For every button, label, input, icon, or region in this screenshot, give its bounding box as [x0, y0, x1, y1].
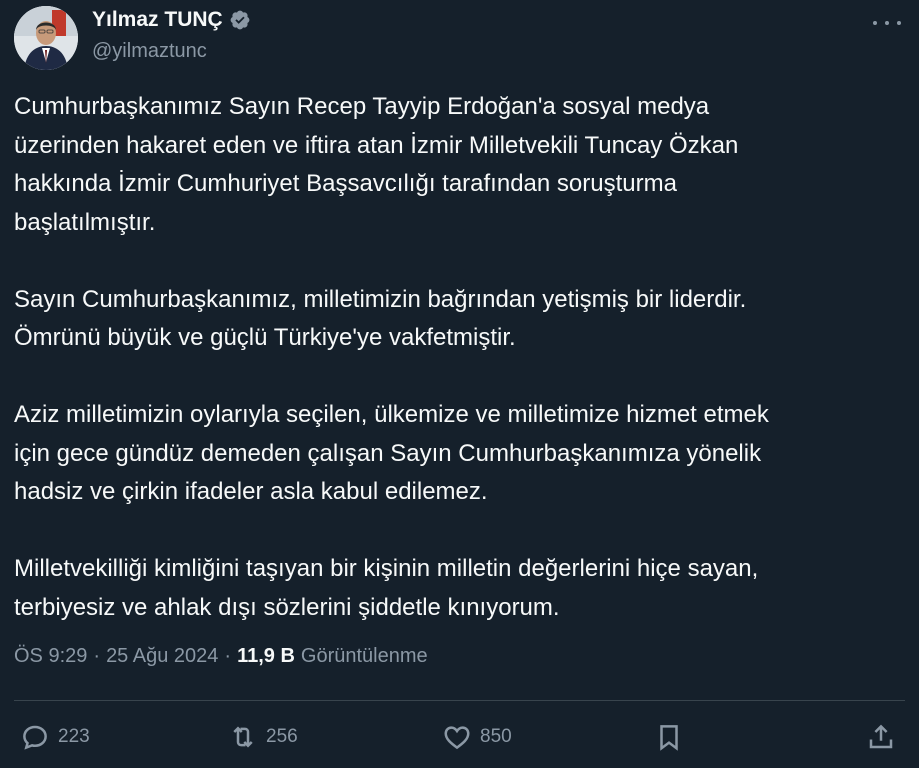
author-handle[interactable]: @yilmaztunc	[92, 40, 207, 63]
tweet-paragraph: Cumhurbaşkanımız Sayın Recep Tayyip Erdo…	[14, 93, 739, 236]
tweet-text: Cumhurbaşkanımız Sayın Recep Tayyip Erdo…	[14, 88, 894, 666]
reply-count: 223	[58, 726, 90, 747]
avatar[interactable]	[14, 6, 78, 70]
author-name-row: Yılmaz TUNÇ	[92, 6, 251, 34]
meta-separator: ·	[224, 645, 232, 667]
tweet-container: Yılmaz TUNÇ @yilmaztunc Cumhurbaşkanımız…	[0, 0, 919, 768]
like-count: 850	[480, 726, 512, 747]
more-icon[interactable]	[873, 14, 901, 32]
retweet-button[interactable]: 256	[228, 714, 298, 760]
tweet-date[interactable]: 25 Ağu 2024	[106, 645, 218, 668]
views-count[interactable]: 11,9 B	[237, 645, 295, 668]
tweet-time[interactable]: ÖS 9:29	[14, 645, 87, 668]
divider	[14, 700, 905, 701]
retweet-icon	[233, 726, 253, 748]
bookmark-icon	[660, 725, 678, 751]
tweet-paragraph: Aziz milletimizin oylarıyla seçilen, ülk…	[14, 401, 769, 505]
tweet-paragraph: Milletvekilliği kimliğini taşıyan bir ki…	[14, 555, 759, 621]
views-label[interactable]: Görüntülenme	[301, 645, 428, 668]
share-icon	[869, 724, 893, 749]
verified-badge-icon	[230, 10, 250, 30]
reply-icon	[23, 725, 47, 750]
like-button[interactable]: 850	[442, 714, 512, 760]
like-icon	[444, 726, 470, 750]
action-bar: 223 256 850	[14, 714, 905, 760]
author-name[interactable]: Yılmaz TUNÇ	[92, 8, 223, 32]
tweet-meta: ÖS 9:29 · 25 Ağu 2024 · 11,9 B Görüntüle…	[14, 645, 428, 668]
share-button[interactable]	[866, 714, 896, 760]
tweet-paragraph: Sayın Cumhurbaşkanımız, milletimizin bağ…	[14, 285, 747, 352]
bookmark-button[interactable]	[654, 714, 684, 760]
meta-separator: ·	[93, 645, 101, 667]
retweet-count: 256	[266, 726, 298, 747]
reply-button[interactable]: 223	[20, 714, 90, 760]
